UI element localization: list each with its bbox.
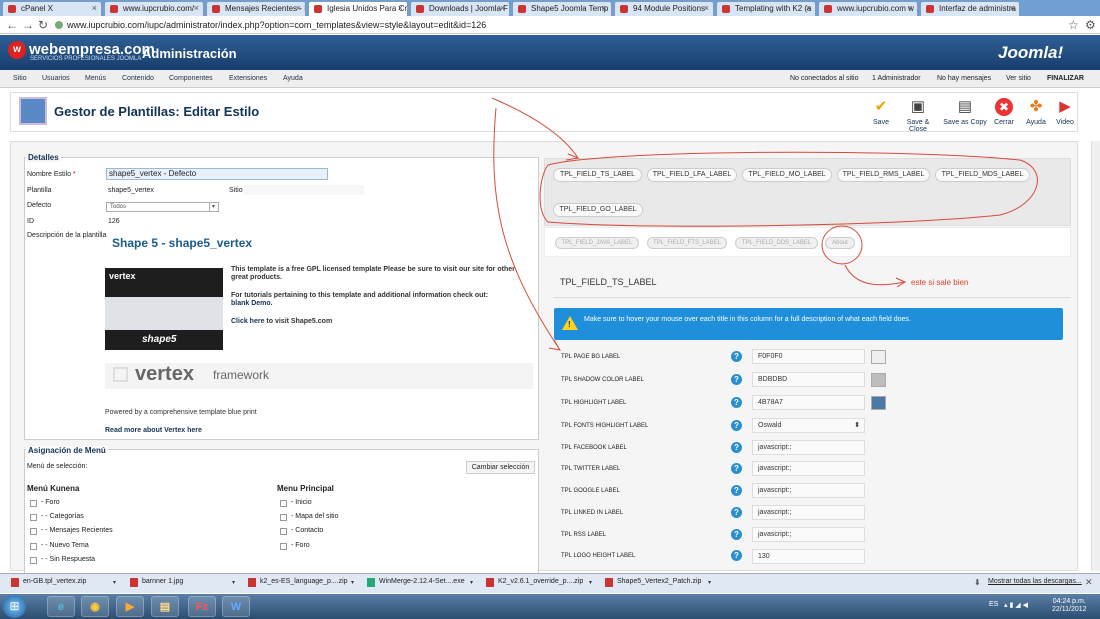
- close-icon[interactable]: ✕: [1085, 577, 1093, 588]
- language-indicator[interactable]: ES: [989, 601, 998, 608]
- zip-file-icon: [248, 578, 256, 587]
- page-scrollbar[interactable]: [1091, 141, 1100, 571]
- chevron-down-icon[interactable]: ▾: [232, 579, 235, 586]
- word-icon[interactable]: W: [222, 596, 250, 617]
- download-item[interactable]: Shape5_Vertex2_Patch.zip: [605, 578, 701, 587]
- windows-taskbar: ⊞ e ◉ ▶ ▤ Fz W ES ▴ ▮ ◢ ◀ 04:24 p.m. 22/1…: [0, 594, 1100, 619]
- downloads-bar: en-GB.tpl_vertex.zip ▾ barnner 1.jpg ▾ k…: [0, 573, 1100, 593]
- annotation-text: este si sale bien: [911, 278, 969, 287]
- system-clock[interactable]: 04:24 p.m. 22/11/2012: [1052, 598, 1087, 614]
- explorer-icon[interactable]: ▤: [151, 596, 179, 617]
- download-item[interactable]: WinMerge-2.12.4-Set....exe: [367, 578, 465, 587]
- ie-icon[interactable]: e: [47, 596, 75, 617]
- tray-icons[interactable]: ▴ ▮ ◢ ◀: [1004, 601, 1028, 609]
- download-item[interactable]: en-GB.tpl_vertex.zip: [11, 578, 86, 587]
- zip-file-icon: [605, 578, 613, 587]
- red-annotation-drawing: [491, 97, 1038, 351]
- zip-file-icon: [486, 578, 494, 587]
- media-player-icon[interactable]: ▶: [116, 596, 144, 617]
- chevron-down-icon[interactable]: ▾: [470, 579, 473, 586]
- exe-file-icon: [367, 578, 375, 587]
- chevron-down-icon[interactable]: ▾: [589, 579, 592, 586]
- zip-file-icon: [11, 578, 19, 587]
- download-item[interactable]: barnner 1.jpg: [130, 578, 183, 587]
- image-file-icon: [130, 578, 138, 587]
- download-item[interactable]: K2_v2.6.1_override_p....zip: [486, 578, 583, 587]
- chevron-down-icon[interactable]: ▾: [351, 579, 354, 586]
- downloads-icon: ⬇: [974, 578, 981, 587]
- download-item[interactable]: k2_es-ES_language_p....zip: [248, 578, 348, 587]
- chevron-down-icon[interactable]: ▾: [708, 579, 711, 586]
- filezilla-icon[interactable]: Fz: [188, 596, 216, 617]
- chevron-down-icon[interactable]: ▾: [113, 579, 116, 586]
- show-all-downloads-link[interactable]: Mostrar todas las descargas...: [988, 578, 1082, 585]
- windows-start-icon[interactable]: ⊞: [3, 595, 26, 618]
- chrome-icon[interactable]: ◉: [81, 596, 109, 617]
